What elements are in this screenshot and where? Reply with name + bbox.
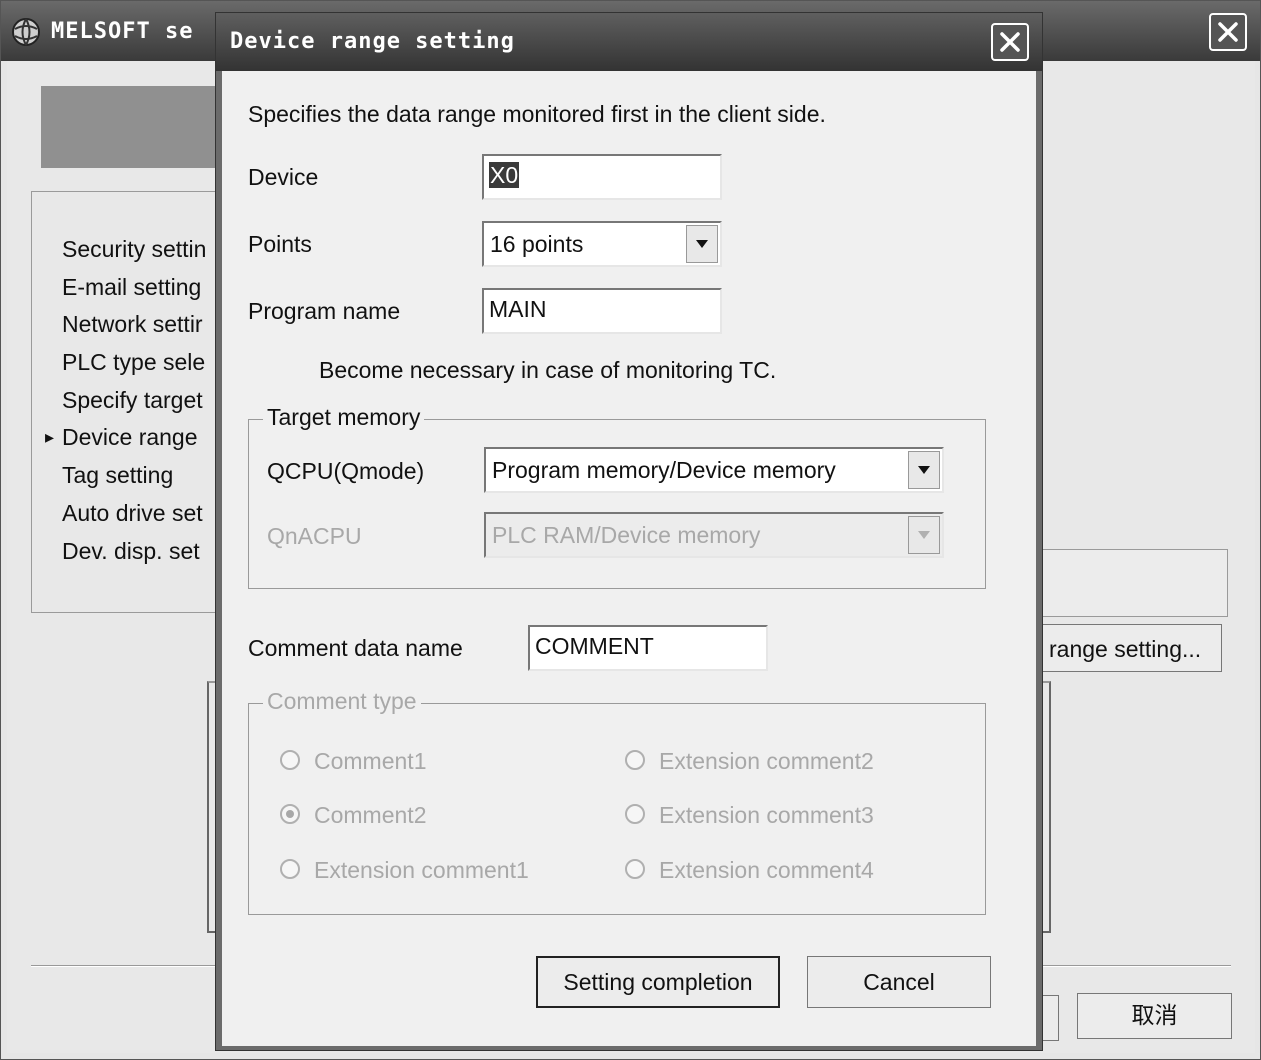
qnacpu-memory-select: PLC RAM/Device memory	[484, 512, 944, 558]
setting-completion-button[interactable]: Setting completion	[536, 956, 780, 1008]
qcpu-dropdown-button[interactable]	[908, 451, 940, 489]
qnacpu-dropdown-button	[908, 516, 940, 554]
chevron-down-icon	[918, 466, 930, 474]
device-range-setting-button[interactable]: range setting...	[1037, 624, 1222, 672]
radio-icon	[280, 750, 300, 770]
menu-item-tag[interactable]: Tag setting	[38, 457, 206, 495]
target-memory-legend: Target memory	[263, 404, 425, 431]
main-cancel-button[interactable]: 取消	[1077, 993, 1232, 1039]
header-banner	[41, 86, 231, 168]
qcpu-memory-select[interactable]: Program memory/Device memory	[484, 447, 944, 493]
tc-note-text: Become necessary in case of monitoring T…	[319, 357, 777, 383]
comment-data-name-input[interactable]: COMMENT	[528, 625, 768, 671]
menu-item-device-range[interactable]: ▸ Device range	[38, 419, 206, 457]
settings-menu: Security settin E-mail setting Network s…	[38, 231, 206, 570]
comment-data-name-label: Comment data name	[248, 635, 463, 661]
points-select[interactable]: 16 points	[482, 221, 722, 267]
dialog-body: Specifies the data range monitored first…	[222, 71, 1036, 1046]
description-text: Specifies the data range monitored first…	[248, 101, 826, 127]
target-memory-group: Target memory	[248, 404, 986, 589]
dialog-title: Device range setting	[230, 29, 515, 54]
dialog-titlebar[interactable]: Device range setting	[216, 13, 1042, 71]
menu-item-plc-type[interactable]: PLC type sele	[38, 344, 206, 382]
radio-icon	[625, 859, 645, 879]
dialog-close-button[interactable]	[991, 23, 1029, 61]
cancel-button[interactable]: Cancel	[807, 956, 991, 1008]
settings-panel-frame	[1037, 549, 1228, 617]
menu-item-specify-target[interactable]: Specify target	[38, 382, 206, 420]
radio-icon	[625, 804, 645, 824]
points-label: Points	[248, 231, 312, 257]
menu-item-security[interactable]: Security settin	[38, 231, 206, 269]
radio-icon	[625, 750, 645, 770]
menu-item-auto-drive[interactable]: Auto drive set	[38, 495, 206, 533]
program-name-input[interactable]: MAIN	[482, 288, 722, 334]
program-name-label: Program name	[248, 298, 401, 324]
radio-icon	[280, 859, 300, 879]
qnacpu-label: QnACPU	[267, 523, 362, 549]
app-globe-icon	[12, 18, 40, 46]
menu-item-email[interactable]: E-mail setting	[38, 269, 206, 307]
points-dropdown-button[interactable]	[686, 225, 718, 263]
qcpu-label: QCPU(Qmode)	[267, 458, 425, 484]
main-window-title: MELSOFT se	[51, 19, 194, 44]
chevron-down-icon	[918, 531, 930, 539]
device-label: Device	[248, 164, 319, 190]
close-icon	[1218, 22, 1238, 42]
device-input[interactable]: X0	[482, 154, 722, 200]
radio-selected-icon	[280, 804, 300, 824]
chevron-down-icon	[696, 240, 708, 248]
current-item-arrow-icon: ▸	[45, 427, 55, 448]
menu-item-dev-disp[interactable]: Dev. disp. set	[38, 533, 206, 571]
menu-item-network[interactable]: Network settir	[38, 306, 206, 344]
comment-type-legend: Comment type	[263, 688, 421, 715]
close-icon	[1000, 32, 1020, 52]
main-window-close-button[interactable]	[1209, 13, 1247, 51]
device-range-dialog: Device range setting Specifies the data …	[215, 12, 1043, 1051]
